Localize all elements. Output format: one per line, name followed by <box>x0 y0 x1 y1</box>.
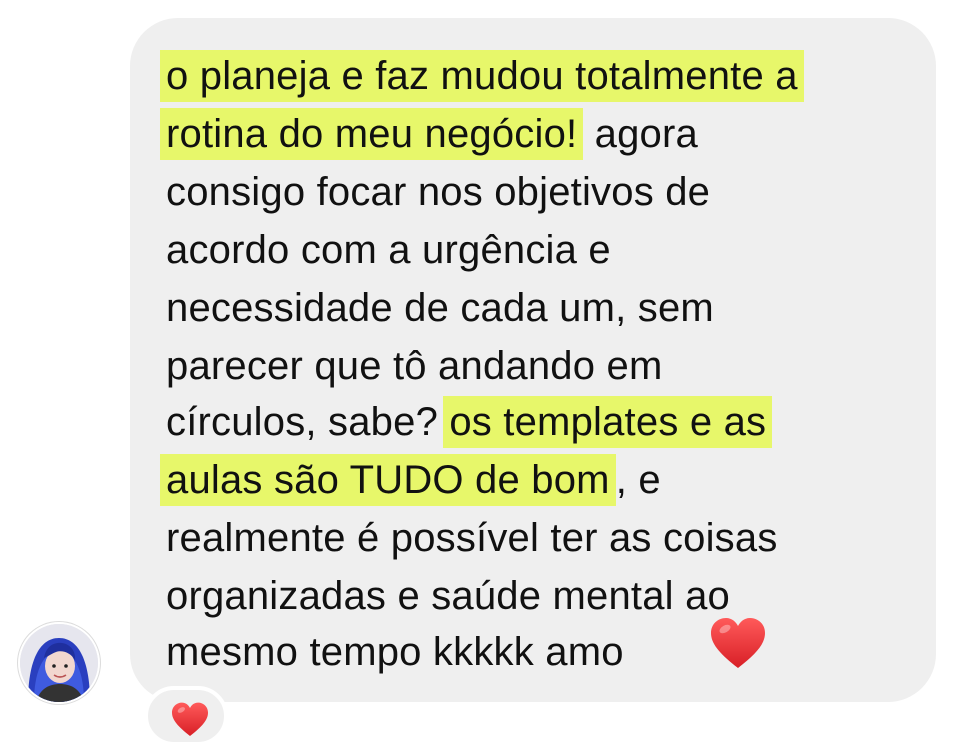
message-line: círculos, sabe? os templates e as <box>166 392 773 452</box>
message-line: acordo com a urgência e <box>166 228 611 272</box>
message-line: organizadas e saúde mental ao <box>166 574 730 618</box>
highlighted-text: rotina do meu negócio! <box>160 108 584 160</box>
message-line: consigo focar nos objetivos de <box>166 170 711 214</box>
heart-icon <box>711 618 765 668</box>
message-text: círculos, sabe? <box>166 400 450 444</box>
avatar[interactable] <box>18 622 100 704</box>
message-line: realmente é possível ter as coisas <box>166 516 778 560</box>
message-text: , e <box>615 458 661 502</box>
highlighted-text: o planeja e faz mudou totalmente a <box>160 50 804 102</box>
message-line: rotina do meu negócio! agora <box>160 104 698 164</box>
message-line: parecer que tô andando em <box>166 344 663 388</box>
message-text: agora <box>583 112 698 156</box>
highlighted-text: aulas são TUDO de bom <box>160 454 616 506</box>
heart-icon <box>172 702 208 736</box>
message-line: o planeja e faz mudou totalmente a <box>160 46 804 106</box>
reaction-badge[interactable] <box>144 686 228 746</box>
highlighted-text: os templates e as <box>443 396 773 448</box>
profile-photo <box>20 624 98 702</box>
message-line: mesmo tempo kkkkk amo <box>166 630 624 674</box>
message-line: aulas são TUDO de bom, e <box>160 450 661 510</box>
message-line: necessidade de cada um, sem <box>166 286 714 330</box>
